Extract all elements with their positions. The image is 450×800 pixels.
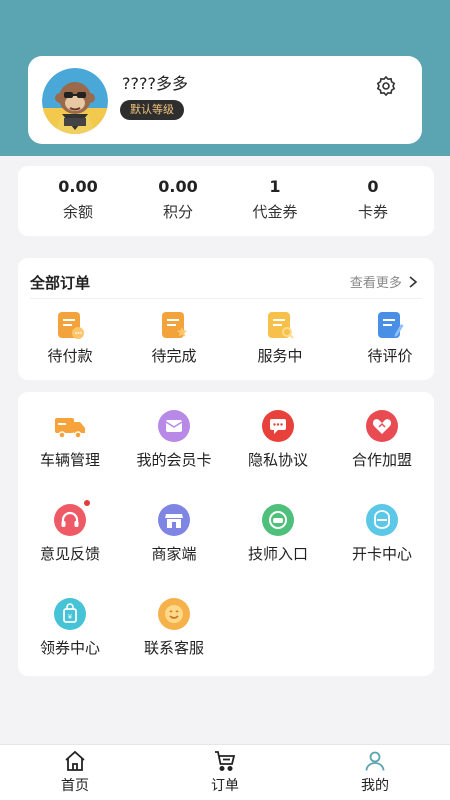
stat-label: 卡券 — [357, 203, 388, 221]
level-badge: 默认等级 — [120, 100, 184, 120]
tab-mine[interactable]: 我的 — [335, 749, 415, 795]
stat-balance[interactable]: 0.00 余额 — [26, 176, 130, 222]
service-card-center[interactable]: 开卡中心 — [330, 504, 434, 564]
pending-payment-icon — [55, 310, 85, 340]
service-label: 意见反馈 — [39, 545, 100, 563]
chevron-right-icon — [409, 276, 418, 288]
service-label: 我的会员卡 — [136, 451, 212, 469]
service-label: 车辆管理 — [39, 451, 100, 469]
order-label: 待付款 — [47, 347, 93, 365]
service-label: 开卡中心 — [351, 545, 412, 563]
stat-label: 积分 — [162, 203, 193, 221]
store-icon — [158, 504, 190, 536]
stat-value: 0.00 — [58, 177, 98, 196]
headset-icon — [54, 500, 90, 536]
service-label: 隐私协议 — [247, 451, 308, 469]
in-service-icon — [265, 310, 295, 340]
service-technician-entry[interactable]: 技师入口 — [226, 504, 330, 564]
divider — [30, 298, 422, 299]
pending-review-icon — [375, 310, 405, 340]
truck-icon — [54, 410, 86, 442]
order-pending-review[interactable]: 待评价 — [338, 310, 442, 366]
member-card-icon — [158, 410, 190, 442]
stat-value: 1 — [269, 177, 281, 196]
service-coupon-center[interactable]: ¥ 领券中心 — [18, 598, 122, 658]
order-pending-payment[interactable]: 待付款 — [18, 310, 122, 366]
order-label: 待完成 — [151, 347, 197, 365]
bottom-tab-bar: 首页 订单 我的 — [0, 744, 450, 800]
stat-value: 0 — [367, 177, 379, 196]
tab-label: 首页 — [61, 778, 89, 794]
tab-label: 订单 — [211, 778, 239, 794]
order-label: 服务中 — [257, 347, 303, 365]
coupon-bag-icon: ¥ — [54, 598, 86, 630]
stat-points[interactable]: 0.00 积分 — [126, 176, 230, 222]
service-privacy-agreement[interactable]: 隐私协议 — [226, 410, 330, 470]
service-feedback[interactable]: 意见反馈 — [18, 500, 122, 564]
service-label: 领券中心 — [39, 639, 100, 657]
home-icon — [63, 749, 87, 773]
order-label: 待评价 — [367, 347, 413, 365]
stat-value: 0.00 — [158, 177, 198, 196]
service-partnership[interactable]: 合作加盟 — [330, 410, 434, 470]
stat-label: 余额 — [62, 203, 93, 221]
see-more-label: 查看更多 — [349, 276, 402, 291]
cart-icon — [213, 749, 237, 773]
service-member-card[interactable]: 我的会员卡 — [122, 410, 226, 470]
tab-home[interactable]: 首页 — [35, 749, 115, 795]
see-more-link[interactable]: 查看更多 — [350, 272, 418, 291]
user-icon — [363, 749, 387, 773]
pending-complete-icon — [159, 310, 189, 340]
avatar[interactable] — [42, 68, 108, 134]
profile-card[interactable]: ????多多 默认等级 — [28, 56, 422, 144]
service-contact-support[interactable]: 联系客服 — [122, 598, 226, 658]
orders-card: 全部订单 查看更多 待付款 待完成 服务中 待评价 — [18, 258, 434, 380]
technician-icon — [262, 504, 294, 536]
service-label: 商家端 — [151, 545, 197, 563]
smile-service-icon — [158, 598, 190, 630]
orders-title: 全部订单 — [30, 274, 91, 292]
card-center-icon — [366, 504, 398, 536]
heart-handshake-icon — [366, 410, 398, 442]
chat-bubble-icon — [262, 410, 294, 442]
tab-orders[interactable]: 订单 — [185, 749, 265, 795]
service-label: 合作加盟 — [351, 451, 412, 469]
service-vehicle-management[interactable]: 车辆管理 — [18, 410, 122, 470]
notification-dot — [84, 500, 90, 506]
stat-label: 代金券 — [252, 203, 298, 221]
service-label: 联系客服 — [143, 639, 204, 657]
order-pending-complete[interactable]: 待完成 — [122, 310, 226, 366]
svg-text:¥: ¥ — [68, 613, 73, 621]
service-merchant[interactable]: 商家端 — [122, 504, 226, 564]
stat-vouchers[interactable]: 1 代金券 — [223, 176, 327, 222]
assets-card: 0.00 余额 0.00 积分 1 代金券 0 卡券 — [18, 166, 434, 236]
tab-label: 我的 — [361, 778, 389, 794]
gear-icon[interactable] — [374, 74, 398, 98]
order-in-service[interactable]: 服务中 — [228, 310, 332, 366]
nickname: ????多多 — [122, 74, 188, 93]
service-label: 技师入口 — [247, 545, 308, 563]
stat-coupons[interactable]: 0 卡券 — [321, 176, 425, 222]
services-card: 车辆管理 我的会员卡 隐私协议 合作加盟 意见反馈 商家端 技师入口 开卡中心 … — [18, 392, 434, 676]
